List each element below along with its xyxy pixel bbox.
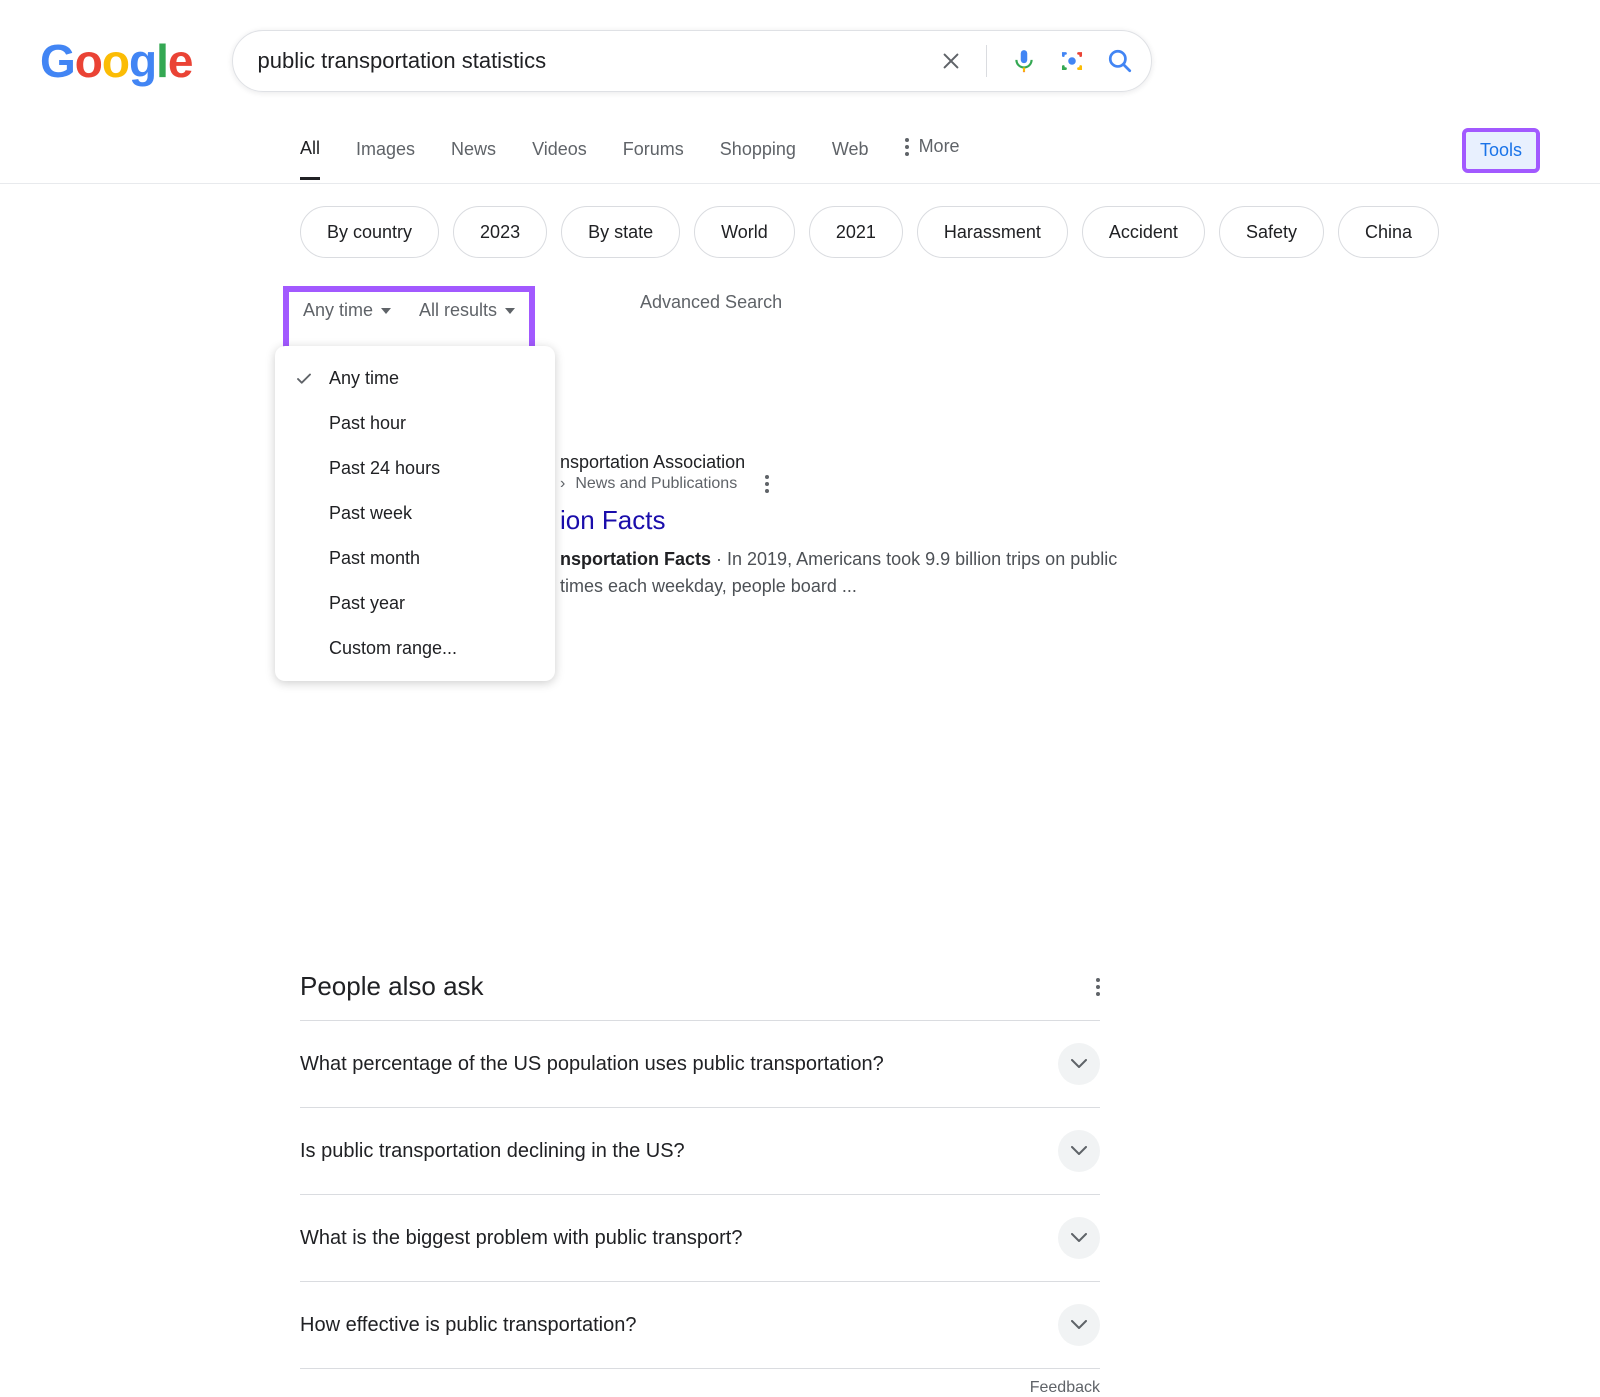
- paa-question[interactable]: What percentage of the US population use…: [300, 1021, 1100, 1108]
- tabs-bar: All Images News Videos Forums Shopping W…: [0, 128, 1600, 184]
- chevron-down-icon: [1058, 1217, 1100, 1259]
- tab-more[interactable]: More: [905, 136, 960, 175]
- more-vert-icon: [905, 138, 909, 156]
- time-option[interactable]: Past hour: [275, 401, 555, 446]
- result-more-icon[interactable]: [765, 475, 769, 493]
- time-option[interactable]: Past year: [275, 581, 555, 626]
- time-option[interactable]: Past week: [275, 491, 555, 536]
- chip[interactable]: By state: [561, 206, 680, 258]
- paa-more-icon[interactable]: [1096, 978, 1100, 996]
- paa-heading: People also ask: [300, 971, 484, 1002]
- related-chips: By country 2023 By state World 2021 Hara…: [0, 206, 1600, 258]
- clear-icon[interactable]: [940, 50, 962, 72]
- chevron-down-icon: [1058, 1043, 1100, 1085]
- check-icon: [295, 370, 315, 388]
- caret-down-icon: [505, 308, 515, 314]
- search-input[interactable]: [257, 48, 940, 74]
- tab-shopping[interactable]: Shopping: [720, 133, 796, 178]
- google-logo[interactable]: Google: [40, 34, 192, 88]
- tab-images[interactable]: Images: [356, 133, 415, 178]
- chevron-down-icon: [1058, 1130, 1100, 1172]
- time-filter-trigger[interactable]: Any time: [303, 300, 391, 321]
- result-site: nsportation Association: [560, 452, 745, 473]
- chip[interactable]: 2021: [809, 206, 903, 258]
- time-option[interactable]: Any time: [275, 356, 555, 401]
- tab-all[interactable]: All: [300, 132, 320, 180]
- search-icon[interactable]: [1107, 48, 1133, 74]
- caret-down-icon: [381, 308, 391, 314]
- tab-forums[interactable]: Forums: [623, 133, 684, 178]
- time-option[interactable]: Custom range...: [275, 626, 555, 671]
- chip[interactable]: By country: [300, 206, 439, 258]
- result-breadcrumb: News and Publications: [575, 475, 737, 493]
- chip[interactable]: Harassment: [917, 206, 1068, 258]
- advanced-search-link[interactable]: Advanced Search: [640, 292, 782, 313]
- paa-question[interactable]: How effective is public transportation?: [300, 1282, 1100, 1369]
- time-option[interactable]: Past month: [275, 536, 555, 581]
- chip[interactable]: World: [694, 206, 795, 258]
- result-title-link[interactable]: ion Facts: [560, 505, 1360, 536]
- separator: [986, 45, 987, 77]
- search-bar[interactable]: [232, 30, 1152, 92]
- paa-question[interactable]: Is public transportation declining in th…: [300, 1108, 1100, 1195]
- chevron-down-icon: [1058, 1304, 1100, 1346]
- chip[interactable]: 2023: [453, 206, 547, 258]
- chip[interactable]: China: [1338, 206, 1439, 258]
- time-option[interactable]: Past 24 hours: [275, 446, 555, 491]
- image-search-icon[interactable]: [1059, 48, 1085, 74]
- tools-button[interactable]: Tools: [1462, 128, 1540, 173]
- tab-videos[interactable]: Videos: [532, 133, 587, 178]
- tab-news[interactable]: News: [451, 133, 496, 178]
- chip[interactable]: Safety: [1219, 206, 1324, 258]
- result-snippet: nsportation Facts · In 2019, Americans t…: [560, 546, 1360, 600]
- feedback-link[interactable]: Feedback: [300, 1379, 1100, 1397]
- tab-web[interactable]: Web: [832, 133, 869, 178]
- chip[interactable]: Accident: [1082, 206, 1205, 258]
- paa-question[interactable]: What is the biggest problem with public …: [300, 1195, 1100, 1282]
- voice-search-icon[interactable]: [1011, 48, 1037, 74]
- time-filter-menu: Any time Past hour Past 24 hours Past we…: [275, 346, 555, 681]
- tools-panel-highlight: Any time All results Any time Past hour …: [283, 286, 535, 651]
- results-filter-trigger[interactable]: All results: [419, 300, 515, 321]
